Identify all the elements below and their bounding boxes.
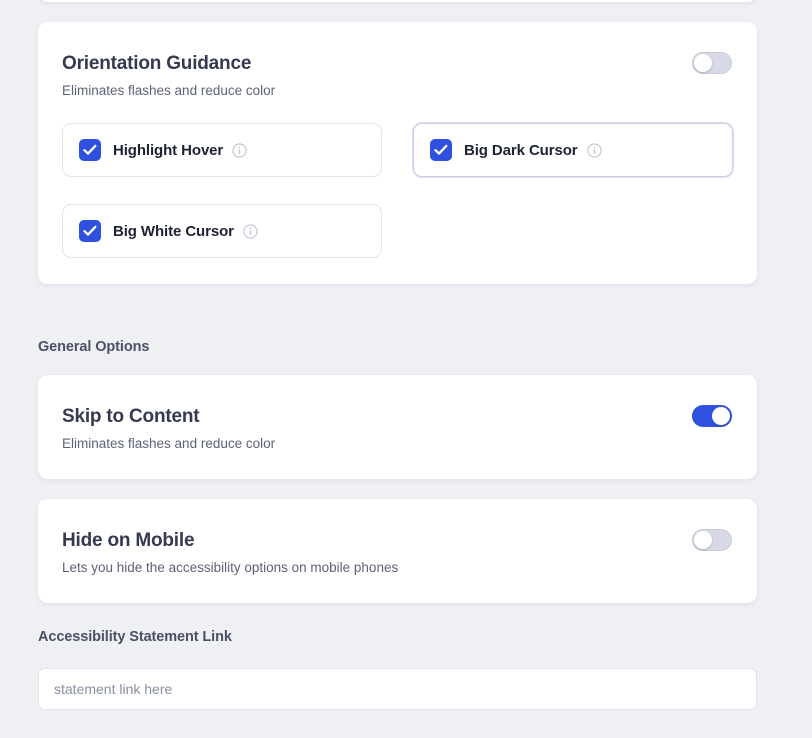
hide-on-mobile-title: Hide on Mobile	[62, 530, 195, 551]
previous-card-partial	[38, 0, 757, 2]
accessibility-statement-link-label: Accessibility Statement Link	[38, 629, 232, 645]
skip-to-content-toggle[interactable]	[692, 405, 732, 427]
orientation-guidance-title: Orientation Guidance	[62, 53, 252, 74]
hide-on-mobile-card: Hide on Mobile Lets you hide the accessi…	[38, 499, 757, 603]
hide-on-mobile-header: Hide on Mobile Lets you hide the accessi…	[62, 529, 398, 577]
check-icon	[83, 144, 97, 155]
big-white-cursor-checkbox[interactable]	[79, 220, 101, 242]
highlight-hover-label: Highlight Hover	[113, 141, 224, 159]
toggle-knob	[694, 531, 712, 549]
check-icon	[434, 144, 448, 155]
option-big-dark-cursor[interactable]: Big Dark Cursor	[413, 123, 733, 177]
skip-to-content-card: Skip to Content Eliminates flashes and r…	[38, 375, 757, 479]
highlight-hover-checkbox[interactable]	[79, 139, 101, 161]
accessibility-statement-link-input[interactable]	[38, 668, 757, 710]
skip-to-content-subtitle: Eliminates flashes and reduce color	[62, 436, 276, 451]
option-highlight-hover[interactable]: Highlight Hover	[62, 123, 382, 177]
toggle-knob	[694, 54, 712, 72]
toggle-knob	[712, 407, 730, 425]
orientation-guidance-header: Orientation Guidance Eliminates flashes …	[62, 52, 275, 100]
big-dark-cursor-checkbox[interactable]	[430, 139, 452, 161]
check-icon	[83, 225, 97, 236]
info-icon[interactable]	[232, 142, 247, 158]
info-icon[interactable]	[586, 142, 602, 158]
option-big-white-cursor[interactable]: Big White Cursor	[62, 204, 382, 258]
orientation-guidance-toggle[interactable]	[692, 52, 732, 74]
orientation-guidance-subtitle: Eliminates flashes and reduce color	[62, 83, 276, 98]
general-options-heading: General Options	[38, 339, 150, 355]
settings-page: Orientation Guidance Eliminates flashes …	[0, 0, 812, 738]
info-icon[interactable]	[243, 223, 258, 239]
hide-on-mobile-subtitle: Lets you hide the accessibility options …	[62, 560, 399, 575]
big-dark-cursor-label: Big Dark Cursor	[464, 141, 578, 159]
orientation-guidance-card: Orientation Guidance Eliminates flashes …	[38, 22, 757, 284]
hide-on-mobile-toggle[interactable]	[692, 529, 732, 551]
skip-to-content-title: Skip to Content	[62, 406, 200, 427]
big-white-cursor-label: Big White Cursor	[113, 222, 234, 240]
skip-to-content-header: Skip to Content Eliminates flashes and r…	[62, 405, 275, 453]
